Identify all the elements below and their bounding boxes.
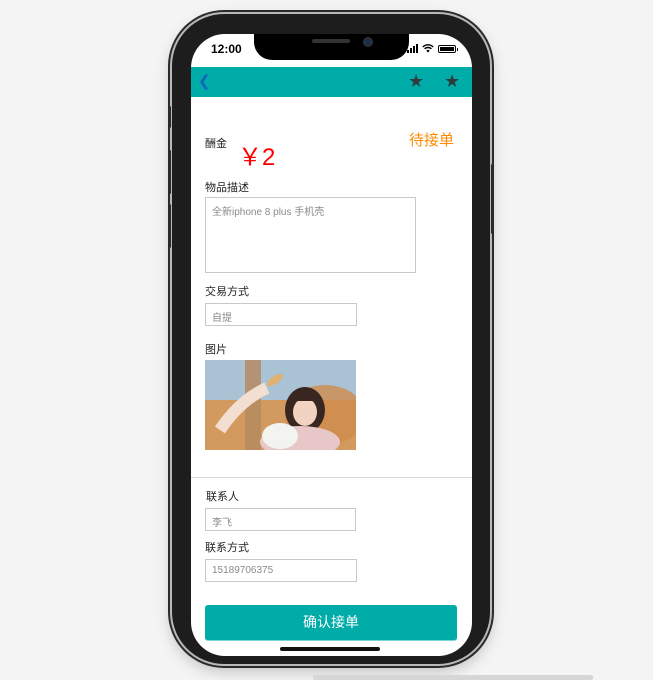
image-label: 图片 (205, 344, 227, 356)
trade-method-label: 交易方式 (205, 286, 249, 298)
status-time: 12:00 (211, 42, 242, 56)
notch (254, 34, 409, 60)
photo-girl-image (205, 360, 356, 450)
description-label: 物品描述 (205, 182, 249, 194)
speaker (312, 39, 350, 43)
signal-icon (407, 44, 418, 53)
item-photo[interactable] (205, 360, 356, 450)
order-status: 待接单 (409, 132, 455, 149)
trade-method-field[interactable]: 自提 (205, 303, 357, 326)
wifi-icon (422, 44, 434, 53)
home-indicator (280, 647, 380, 651)
description-field[interactable]: 全新iphone 8 plus 手机壳 (205, 197, 416, 273)
phone-label: 联系方式 (205, 542, 249, 554)
horizontal-scrollbar[interactable] (313, 675, 593, 680)
phone-frame: 12:00 ❮ ★ ★ 酬金 ￥2 待接单 物品描述 全新iphone 8 pl… (168, 14, 494, 664)
front-camera (363, 37, 373, 47)
chevron-left-icon[interactable]: ❮ (198, 73, 211, 91)
reward-amount: ￥2 (238, 144, 276, 171)
star-icon[interactable]: ★ (408, 71, 424, 91)
section-divider (191, 477, 472, 478)
volume-up-button (168, 150, 171, 194)
contact-label: 联系人 (206, 491, 239, 503)
battery-icon (438, 45, 458, 53)
confirm-accept-button[interactable]: 确认接单 (205, 605, 457, 641)
mute-switch (168, 106, 171, 128)
volume-down-button (168, 204, 171, 248)
star-icon[interactable]: ★ (444, 71, 460, 91)
phone-screen: 12:00 ❮ ★ ★ 酬金 ￥2 待接单 物品描述 全新iphone 8 pl… (191, 34, 472, 656)
power-button (491, 164, 494, 234)
navbar: ❮ ★ ★ (191, 67, 472, 97)
contact-field[interactable]: 李飞 (205, 508, 356, 531)
status-icons (407, 43, 458, 53)
reward-label: 酬金 (205, 138, 227, 150)
phone-field[interactable]: 15189706375 (205, 559, 357, 582)
